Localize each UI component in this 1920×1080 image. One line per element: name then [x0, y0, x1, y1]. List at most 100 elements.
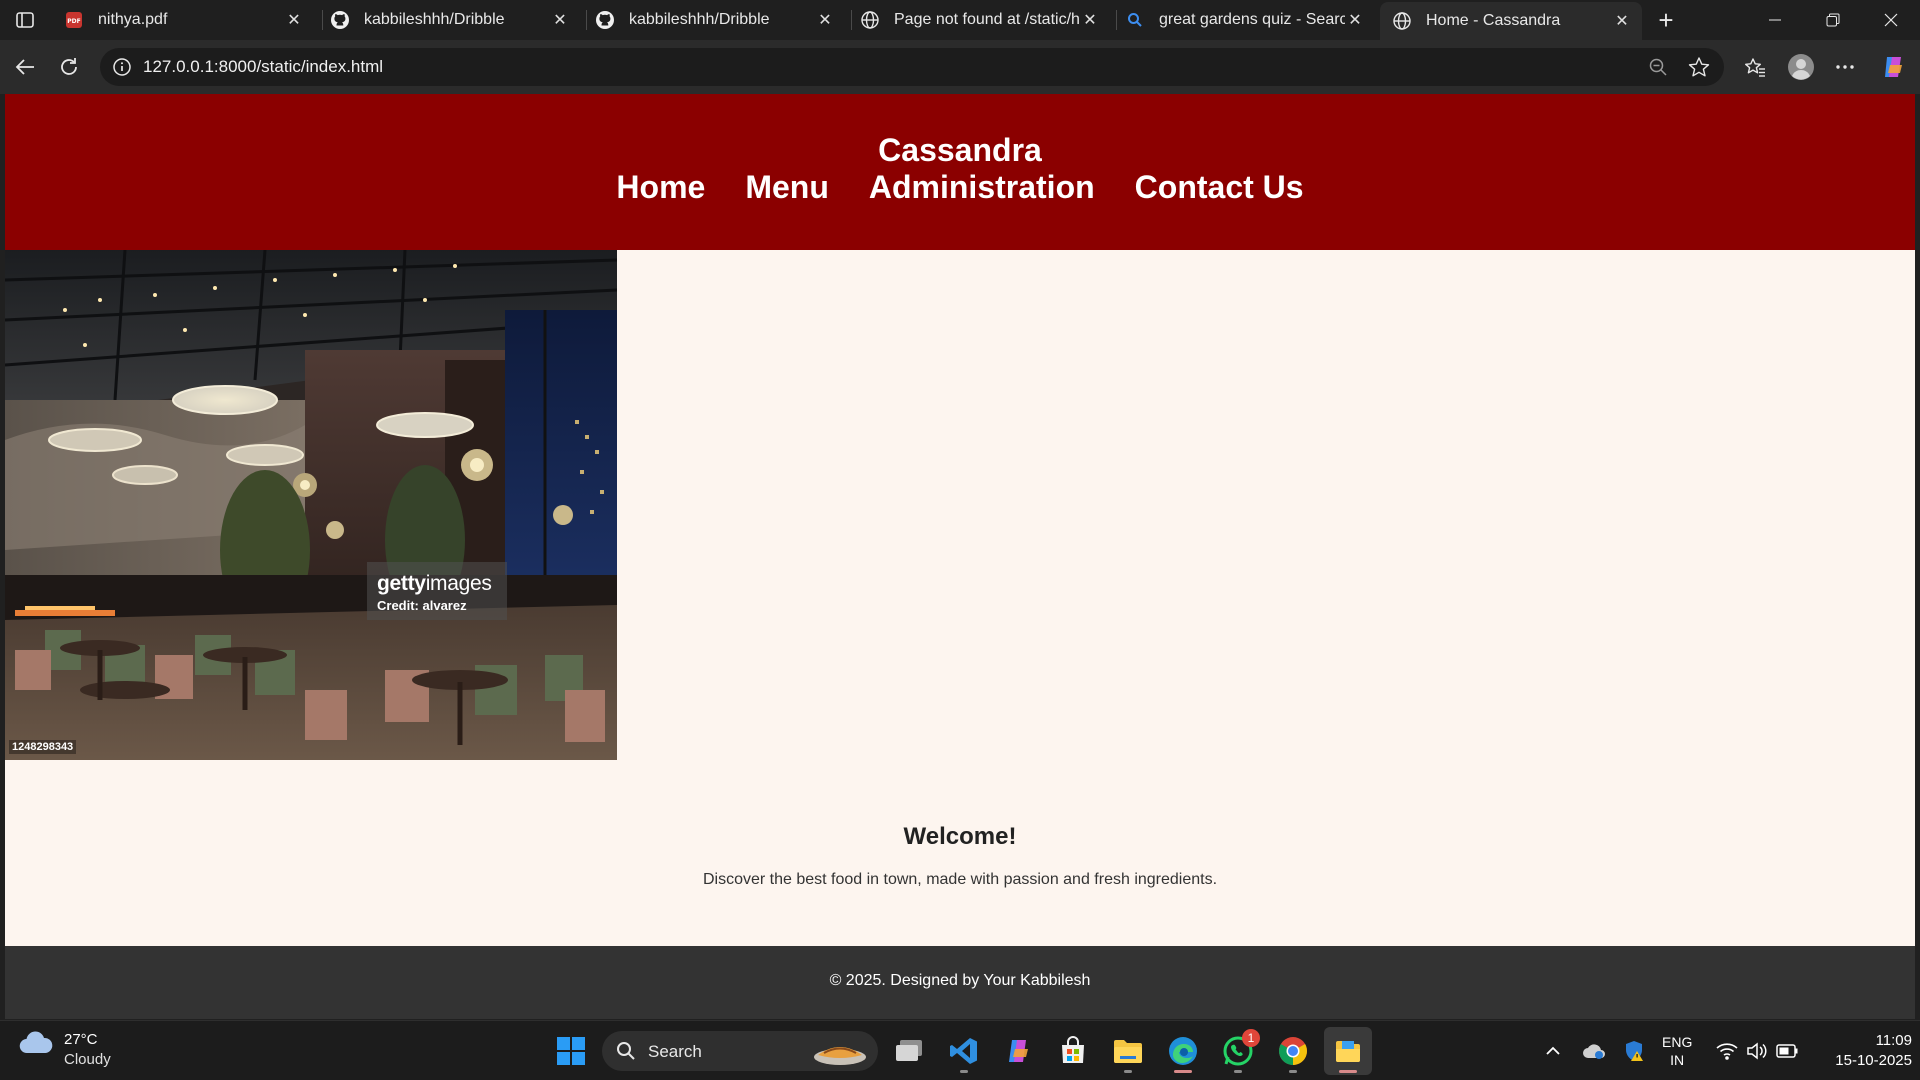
- site-title: Cassandra: [878, 132, 1042, 168]
- clock-time: 11:09: [1875, 1032, 1912, 1049]
- language-indicator[interactable]: ENG IN: [1662, 1033, 1692, 1069]
- weather-widget[interactable]: 27°C Cloudy: [18, 1031, 111, 1068]
- back-arrow-icon[interactable]: [10, 52, 40, 82]
- tab-nithya-pdf[interactable]: PDF nithya.pdf ✕: [52, 2, 314, 38]
- taskbar-whatsapp[interactable]: 1: [1214, 1027, 1262, 1075]
- nav-link-administration[interactable]: Administration: [869, 169, 1095, 206]
- profile-avatar-icon[interactable]: [1786, 52, 1816, 82]
- github-icon: [330, 10, 350, 30]
- minimize-icon[interactable]: [1746, 0, 1804, 40]
- active-indicator: [1174, 1070, 1192, 1073]
- folder-icon: [1114, 1040, 1142, 1063]
- welcome-heading: Welcome!: [903, 823, 1017, 850]
- running-indicator: [1289, 1070, 1297, 1073]
- task-view-icon: [896, 1040, 922, 1061]
- tab-title: kabbileshhh/Dribble: [629, 11, 770, 28]
- tab-home-cassandra[interactable]: Home - Cassandra ✕: [1380, 2, 1642, 40]
- running-indicator: [960, 1070, 968, 1073]
- onedrive-icon[interactable]: [1580, 1021, 1608, 1080]
- tab-title: kabbileshhh/Dribble: [364, 11, 505, 28]
- globe-icon: [860, 10, 880, 30]
- taskbar-task-view[interactable]: [885, 1027, 933, 1075]
- watermark-logo: gettyimages: [377, 572, 492, 595]
- refresh-icon[interactable]: [54, 52, 84, 82]
- close-tab-icon[interactable]: ✕: [1612, 11, 1632, 31]
- battery-icon[interactable]: [1774, 1021, 1800, 1080]
- taskbar-vscode[interactable]: [940, 1027, 988, 1075]
- nav-link-home[interactable]: Home: [616, 169, 705, 206]
- site-nav: Home Menu Administration Contact Us: [5, 169, 1915, 206]
- taskbar-file-explorer[interactable]: [1104, 1027, 1152, 1075]
- close-tab-icon[interactable]: ✕: [1345, 10, 1365, 30]
- close-tab-icon[interactable]: ✕: [1080, 10, 1100, 30]
- more-options-icon[interactable]: [1830, 52, 1860, 82]
- tab-github-1[interactable]: kabbileshhh/Dribble ✕: [318, 2, 580, 38]
- search-label: Search: [648, 1042, 702, 1061]
- tab-title: nithya.pdf: [98, 11, 168, 28]
- site-info-icon[interactable]: [112, 57, 132, 77]
- close-tab-icon[interactable]: ✕: [284, 10, 304, 30]
- address-bar[interactable]: 127.0.0.1:8000/static/index.html: [100, 48, 1724, 86]
- watermark-badge: gettyimages Credit: alvarez: [367, 562, 507, 620]
- active-indicator: [1339, 1070, 1357, 1073]
- taskbar-search[interactable]: Search: [602, 1031, 878, 1071]
- browser-toolbar: 127.0.0.1:8000/static/index.html: [0, 40, 1920, 94]
- wifi-icon[interactable]: [1714, 1021, 1740, 1080]
- running-indicator: [1234, 1070, 1242, 1073]
- region-code: IN: [1670, 1052, 1685, 1068]
- copilot-icon[interactable]: [1878, 52, 1908, 82]
- tab-page-not-found[interactable]: Page not found at /static/ho ✕: [848, 2, 1110, 38]
- close-window-icon[interactable]: [1862, 0, 1920, 40]
- windows-logo-icon: [557, 1037, 585, 1065]
- close-tab-icon[interactable]: ✕: [550, 10, 570, 30]
- tab-actions-icon[interactable]: [10, 6, 40, 34]
- clock-date: 15-10-2025: [1835, 1052, 1912, 1069]
- file-manager-icon: [1336, 1041, 1360, 1062]
- tab-github-2[interactable]: kabbileshhh/Dribble ✕: [583, 2, 845, 38]
- tab-search[interactable]: great gardens quiz - Search ✕: [1113, 2, 1375, 38]
- globe-icon: [1392, 11, 1412, 31]
- image-credit: Credit: alvarez: [377, 598, 467, 613]
- nav-link-menu[interactable]: Menu: [745, 169, 829, 206]
- welcome-text: Discover the best food in town, made wit…: [702, 871, 1218, 888]
- security-shield-icon[interactable]: [1620, 1021, 1648, 1080]
- new-tab-icon[interactable]: +: [1652, 5, 1680, 35]
- close-tab-icon[interactable]: ✕: [815, 10, 835, 30]
- show-hidden-icons-chevron-icon[interactable]: [1540, 1021, 1566, 1080]
- pdf-icon: PDF: [64, 10, 84, 30]
- system-clock[interactable]: 11:09 15-10-2025: [1812, 1031, 1912, 1071]
- restaurant-hero-image: gettyimages Credit: alvarez 1248298343: [5, 250, 617, 760]
- site-footer: © 2025. Designed by Your Kabbilesh: [5, 946, 1915, 1019]
- chrome-icon: [1279, 1037, 1307, 1065]
- tab-title: Page not found at /static/ho: [894, 11, 1080, 28]
- search-highlight-pie-icon: [814, 1047, 866, 1065]
- image-id: 1248298343: [9, 740, 77, 754]
- tab-strip: PDF nithya.pdf ✕ kabbileshhh/Dribble ✕ k…: [0, 0, 1920, 40]
- site-header: Cassandra Home Menu Administration Conta…: [5, 94, 1915, 250]
- favorites-icon[interactable]: [1740, 52, 1770, 82]
- volume-icon[interactable]: [1744, 1021, 1770, 1080]
- taskbar-copilot[interactable]: [994, 1027, 1042, 1075]
- taskbar-chrome[interactable]: [1269, 1027, 1317, 1075]
- favorite-star-icon[interactable]: [1688, 56, 1710, 78]
- restore-icon[interactable]: [1804, 0, 1862, 40]
- edge-icon: [1169, 1037, 1197, 1065]
- start-button[interactable]: [547, 1027, 595, 1075]
- vscode-icon: [950, 1038, 977, 1064]
- copilot-icon: [1009, 1040, 1028, 1062]
- notification-badge: 1: [1242, 1029, 1260, 1047]
- weather-temp: 27°C: [64, 1031, 98, 1048]
- zoom-out-icon[interactable]: [1648, 57, 1668, 77]
- url-text[interactable]: 127.0.0.1:8000/static/index.html: [143, 57, 383, 77]
- running-indicator: [1124, 1070, 1132, 1073]
- taskbar-active-app[interactable]: [1324, 1027, 1372, 1075]
- weather-condition: Cloudy: [64, 1051, 111, 1068]
- tab-title: Home - Cassandra: [1426, 12, 1561, 29]
- search-icon: [617, 1042, 635, 1060]
- taskbar-edge[interactable]: [1159, 1027, 1207, 1075]
- windows-taskbar: 27°C Cloudy Search 1 ENG IN 11:09 15-10-…: [0, 1020, 1920, 1080]
- page-viewport: Cassandra Home Menu Administration Conta…: [5, 94, 1915, 1019]
- restaurant-interior-photo: [5, 250, 617, 760]
- nav-link-contact-us[interactable]: Contact Us: [1135, 169, 1304, 206]
- taskbar-store[interactable]: [1049, 1027, 1097, 1075]
